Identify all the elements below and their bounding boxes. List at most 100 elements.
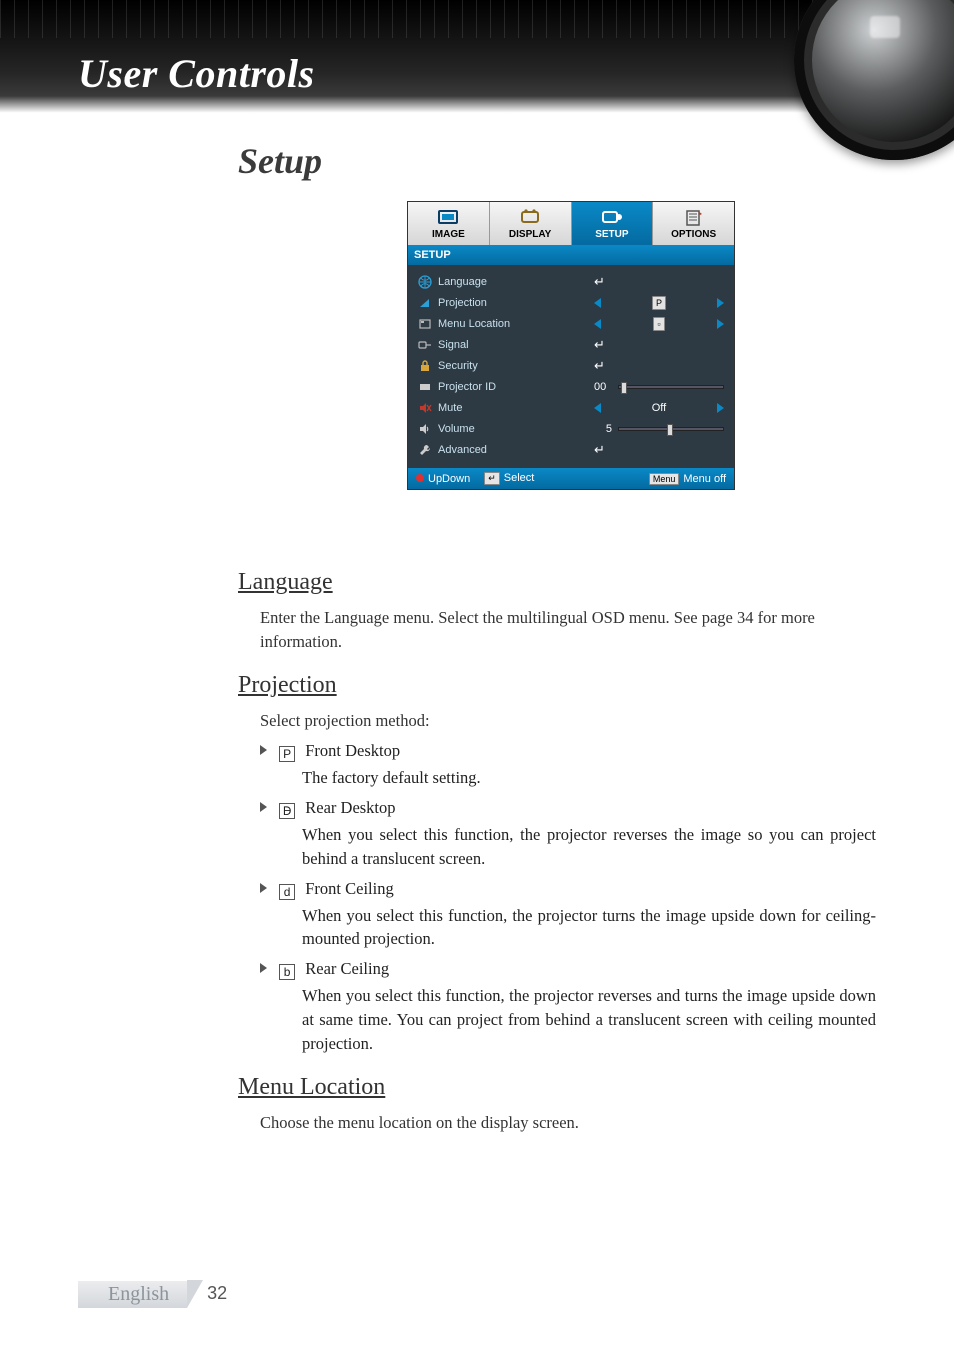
- osd-item-label: Menu Location: [438, 318, 588, 330]
- section-projection: Projection Select projection method: P F…: [238, 672, 876, 1056]
- lock-icon: [418, 359, 432, 373]
- osd-tab-display: DISPLAY: [490, 202, 572, 245]
- footer-language: English: [78, 1281, 187, 1308]
- signal-icon: [418, 338, 432, 352]
- volume-value: 5: [594, 423, 612, 435]
- projection-title: Rear Ceiling: [305, 959, 389, 978]
- osd-tab-label: SETUP: [595, 229, 628, 240]
- projection-item: d Front Ceiling When you select this fun…: [260, 879, 876, 952]
- setup-icon: [600, 208, 624, 226]
- osd-item-label: Language: [438, 276, 588, 288]
- mute-value: Off: [607, 402, 711, 414]
- section-language: Language Enter the Language menu. Select…: [238, 569, 876, 654]
- menu-location-icon: [418, 317, 432, 331]
- projection-list: P Front Desktop The factory default sett…: [260, 741, 876, 1056]
- osd-row-projection: Projection P: [418, 292, 724, 313]
- projection-glyph: P: [279, 746, 295, 762]
- projection-item: Ꟈ Rear Desktop When you select this func…: [260, 798, 876, 871]
- arrow-left-icon: [594, 298, 601, 308]
- projection-title: Rear Desktop: [305, 798, 395, 817]
- osd-row-mute: Mute Off: [418, 397, 724, 418]
- projection-desc: When you select this function, the proje…: [302, 823, 876, 871]
- section-menu-location: Menu Location Choose the menu location o…: [238, 1074, 876, 1135]
- options-icon: [682, 208, 706, 226]
- osd-footer-updown: UpDown: [416, 473, 470, 485]
- osd-menu-body: Language Projection P Menu Location ▫: [408, 265, 734, 468]
- menu-key-icon: Menu: [649, 473, 680, 485]
- image-icon: [436, 208, 460, 226]
- arrow-right-icon: [717, 403, 724, 413]
- osd-panel-title: SETUP: [408, 245, 734, 265]
- triangle-bullet-icon: [260, 883, 267, 893]
- speaker-icon: [418, 422, 432, 436]
- menu-location-value-chip: ▫: [653, 317, 664, 331]
- content-area: Setup IMAGE DISPLAY SETUP OPTIONS SETUP: [0, 120, 954, 1135]
- subsection-heading: Menu Location: [238, 1074, 876, 1101]
- arrow-right-icon: [717, 298, 724, 308]
- projection-glyph: Ꟈ: [279, 803, 295, 819]
- display-icon: [518, 208, 542, 226]
- osd-item-label: Signal: [438, 339, 588, 351]
- osd-row-menu-location: Menu Location ▫: [418, 313, 724, 334]
- wrench-icon: [418, 443, 432, 457]
- section-heading: Setup: [238, 140, 876, 182]
- volume-slider: [618, 427, 724, 431]
- header-banner: User Controls: [0, 0, 954, 120]
- osd-footer-bar: UpDown ↵Select MenuMenu off: [408, 468, 734, 489]
- osd-tab-label: OPTIONS: [671, 229, 716, 240]
- enter-key-icon: ↵: [484, 472, 500, 485]
- projector-id-value: 00: [594, 381, 612, 393]
- mute-icon: [418, 401, 432, 415]
- id-icon: [418, 380, 432, 394]
- subsection-heading: Projection: [238, 672, 876, 699]
- arrow-left-icon: [594, 403, 601, 413]
- enter-icon: [594, 444, 608, 456]
- globe-icon: [418, 275, 432, 289]
- footer-page-wrap: 32: [187, 1280, 247, 1308]
- projection-glyph: d: [279, 884, 295, 900]
- body-text: Enter the Language menu. Select the mult…: [260, 606, 876, 654]
- osd-footer-menuoff: MenuMenu off: [649, 473, 726, 485]
- enter-icon: [594, 276, 608, 288]
- osd-tab-setup: SETUP: [572, 202, 654, 245]
- osd-tab-options: OPTIONS: [653, 202, 734, 245]
- osd-row-advanced: Advanced: [418, 439, 724, 460]
- osd-item-label: Projector ID: [438, 381, 588, 393]
- osd-tab-bar: IMAGE DISPLAY SETUP OPTIONS: [408, 202, 734, 245]
- osd-row-signal: Signal: [418, 334, 724, 355]
- red-dot-icon: [416, 474, 424, 482]
- projection-title: Front Ceiling: [305, 879, 393, 898]
- projection-desc: When you select this function, the proje…: [302, 904, 876, 952]
- subsection-heading: Language: [238, 569, 876, 596]
- projector-id-slider: [618, 385, 724, 389]
- triangle-bullet-icon: [260, 963, 267, 973]
- osd-row-volume: Volume 5: [418, 418, 724, 439]
- projection-desc: When you select this function, the proje…: [302, 984, 876, 1056]
- projection-item: b Rear Ceiling When you select this func…: [260, 959, 876, 1056]
- enter-icon: [594, 339, 608, 351]
- osd-item-label: Advanced: [438, 444, 588, 456]
- osd-footer-select: ↵Select: [484, 472, 534, 485]
- arrow-left-icon: [594, 319, 601, 329]
- osd-tab-label: IMAGE: [432, 229, 465, 240]
- projection-title: Front Desktop: [305, 741, 400, 760]
- projection-value-chip: P: [652, 296, 666, 310]
- projection-glyph: b: [279, 964, 295, 980]
- page-title: User Controls: [78, 50, 315, 97]
- osd-row-projector-id: Projector ID 00: [418, 376, 724, 397]
- enter-icon: [594, 360, 608, 372]
- osd-item-label: Mute: [438, 402, 588, 414]
- triangle-bullet-icon: [260, 745, 267, 755]
- projection-icon: [418, 296, 432, 310]
- body-text: Select projection method:: [260, 709, 876, 733]
- osd-tab-label: DISPLAY: [509, 229, 551, 240]
- arrow-right-icon: [717, 319, 724, 329]
- osd-screenshot: IMAGE DISPLAY SETUP OPTIONS SETUP Langua…: [408, 202, 734, 489]
- projection-desc: The factory default setting.: [302, 766, 876, 790]
- triangle-bullet-icon: [260, 802, 267, 812]
- page-footer: English 32: [78, 1280, 247, 1308]
- osd-row-security: Security: [418, 355, 724, 376]
- osd-tab-image: IMAGE: [408, 202, 490, 245]
- body-text: Choose the menu location on the display …: [260, 1111, 876, 1135]
- osd-item-label: Security: [438, 360, 588, 372]
